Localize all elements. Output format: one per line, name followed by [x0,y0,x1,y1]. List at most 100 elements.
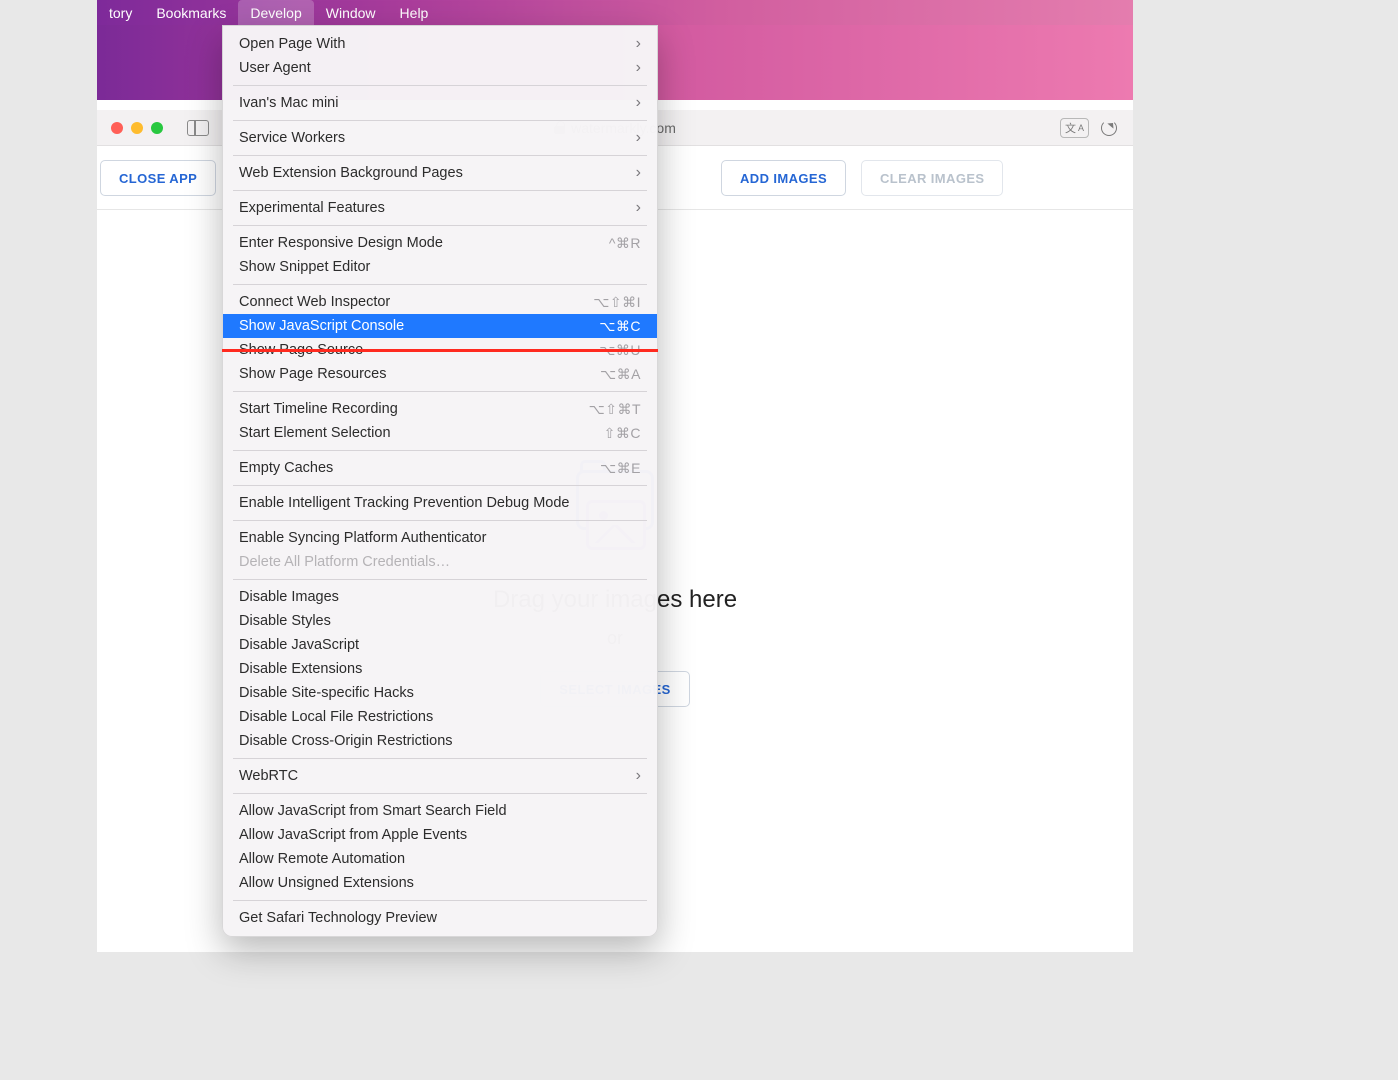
add-images-button[interactable]: ADD IMAGES [721,160,846,196]
menu-item-label: Enable Syncing Platform Authenticator [239,530,486,546]
menu-item-label: Disable Local File Restrictions [239,709,433,725]
menu-item-get-safari-technology-preview[interactable]: Get Safari Technology Preview [223,906,657,930]
chevron-right-icon: › [636,35,641,53]
menu-item-label: User Agent [239,60,311,76]
menu-item-disable-styles[interactable]: Disable Styles [223,609,657,633]
menu-item-ivan-s-mac-mini[interactable]: Ivan's Mac mini› [223,91,657,115]
menu-item-label: Start Timeline Recording [239,401,398,417]
menu-item-label: Disable JavaScript [239,637,359,653]
chevron-right-icon: › [636,199,641,217]
menu-item-webrtc[interactable]: WebRTC › [223,764,657,788]
chevron-right-icon: › [636,129,641,147]
menu-item-delete-all-platform-credentials: Delete All Platform Credentials… [223,550,657,574]
menu-item-start-timeline-recording[interactable]: Start Timeline Recording ⌥⇧⌘T [223,397,657,421]
menubar-item-help[interactable]: Help [388,0,441,25]
menu-item-label: WebRTC [239,768,298,784]
close-app-button[interactable]: CLOSE APP [100,160,216,196]
menu-item-open-page-with[interactable]: Open Page With › [223,32,657,56]
menu-item-allow-remote-automation[interactable]: Allow Remote Automation [223,847,657,871]
menu-item-allow-javascript-from-smart-search-field[interactable]: Allow JavaScript from Smart Search Field [223,799,657,823]
menu-item-label: Show JavaScript Console [239,318,404,334]
menu-item-allow-unsigned-extensions[interactable]: Allow Unsigned Extensions [223,871,657,895]
macos-menubar: toryBookmarksDevelopWindowHelp [97,0,1133,25]
chevron-right-icon: › [636,767,641,785]
menu-item-enter-responsive-design-mode[interactable]: Enter Responsive Design Mode ^⌘R [223,231,657,255]
menu-item-disable-site-specific-hacks[interactable]: Disable Site-specific Hacks [223,681,657,705]
menu-item-disable-javascript[interactable]: Disable JavaScript [223,633,657,657]
menu-item-label: Show Snippet Editor [239,259,370,275]
minimize-window-icon[interactable] [131,122,143,134]
menu-shortcut: ⌥⌘A [600,366,641,383]
menu-item-label: Ivan's Mac mini [239,95,338,111]
menu-separator [233,190,647,191]
menu-separator [233,900,647,901]
menu-item-label: Show Page Resources [239,366,387,382]
menu-separator [233,450,647,451]
app-window: toryBookmarksDevelopWindowHelp watermark… [97,0,1133,952]
menu-item-label: Allow JavaScript from Smart Search Field [239,803,507,819]
menu-item-user-agent[interactable]: User Agent › [223,56,657,80]
reload-icon[interactable] [1101,120,1117,136]
menu-item-show-page-resources[interactable]: Show Page Resources ⌥⌘A [223,362,657,386]
menu-separator [233,485,647,486]
menu-item-experimental-features[interactable]: Experimental Features › [223,196,657,220]
add-images-label: ADD IMAGES [740,171,827,186]
menu-separator [233,520,647,521]
menu-item-label: Disable Extensions [239,661,362,677]
menu-shortcut: ⇧⌘C [604,425,641,442]
menubar-item-window[interactable]: Window [314,0,388,25]
menu-item-allow-javascript-from-apple-events[interactable]: Allow JavaScript from Apple Events [223,823,657,847]
menu-item-label: Allow JavaScript from Apple Events [239,827,467,843]
menubar-item-develop[interactable]: Develop [238,0,313,25]
menu-item-label: Experimental Features [239,200,385,216]
menu-separator [233,225,647,226]
clear-images-button[interactable]: CLEAR IMAGES [861,160,1003,196]
annotation-underline [222,349,658,352]
chrome-right-controls: 文A [1060,118,1117,138]
menu-item-label: Enter Responsive Design Mode [239,235,443,251]
maximize-window-icon[interactable] [151,122,163,134]
menu-item-label: Start Element Selection [239,425,391,441]
menu-item-enable-syncing-platform-authenticator[interactable]: Enable Syncing Platform Authenticator [223,526,657,550]
menu-shortcut: ⌥⇧⌘T [589,401,641,418]
menu-item-connect-web-inspector[interactable]: Connect Web Inspector ⌥⇧⌘I [223,290,657,314]
menu-separator [233,579,647,580]
menu-item-label: Service Workers [239,130,345,146]
menubar-item-bookmarks[interactable]: Bookmarks [144,0,238,25]
menu-item-start-element-selection[interactable]: Start Element Selection ⇧⌘C [223,421,657,445]
menu-item-label: Delete All Platform Credentials… [239,554,450,570]
close-app-label: CLOSE APP [119,171,197,186]
chevron-right-icon: › [636,59,641,77]
close-window-icon[interactable] [111,122,123,134]
menu-item-disable-images[interactable]: Disable Images [223,585,657,609]
menu-item-disable-extensions[interactable]: Disable Extensions [223,657,657,681]
menu-shortcut: ^⌘R [609,235,641,252]
translate-icon[interactable]: 文A [1060,118,1089,138]
menu-item-label: Open Page With [239,36,345,52]
menu-item-label: Disable Styles [239,613,331,629]
menu-separator [233,85,647,86]
menu-separator [233,793,647,794]
menu-item-show-snippet-editor[interactable]: Show Snippet Editor [223,255,657,279]
menu-item-label: Connect Web Inspector [239,294,390,310]
menu-item-enable-intelligent-tracking-prevention-debug-mode[interactable]: Enable Intelligent Tracking Prevention D… [223,491,657,515]
menu-item-label: Allow Unsigned Extensions [239,875,414,891]
menu-shortcut: ⌥⇧⌘I [593,294,641,311]
menu-item-label: Get Safari Technology Preview [239,910,437,926]
menu-item-label: Empty Caches [239,460,333,476]
menu-item-web-extension-background-pages[interactable]: Web Extension Background Pages› [223,161,657,185]
menu-item-empty-caches[interactable]: Empty Caches⌥⌘E [223,456,657,480]
menu-item-label: Allow Remote Automation [239,851,405,867]
menu-separator [233,284,647,285]
menu-item-disable-local-file-restrictions[interactable]: Disable Local File Restrictions [223,705,657,729]
menu-item-label: Disable Images [239,589,339,605]
clear-images-label: CLEAR IMAGES [880,171,984,186]
menu-item-label: Web Extension Background Pages [239,165,463,181]
menu-item-disable-cross-origin-restrictions[interactable]: Disable Cross-Origin Restrictions [223,729,657,753]
sidebar-toggle-icon[interactable] [187,120,209,136]
menubar-item-tory[interactable]: tory [97,0,144,25]
develop-dropdown-menu: Open Page With › User Agent › Ivan's Mac min… [222,25,658,937]
menu-separator [233,155,647,156]
menu-item-service-workers[interactable]: Service Workers › [223,126,657,150]
menu-item-show-javascript-console[interactable]: Show JavaScript Console⌥⌘C [223,314,657,338]
